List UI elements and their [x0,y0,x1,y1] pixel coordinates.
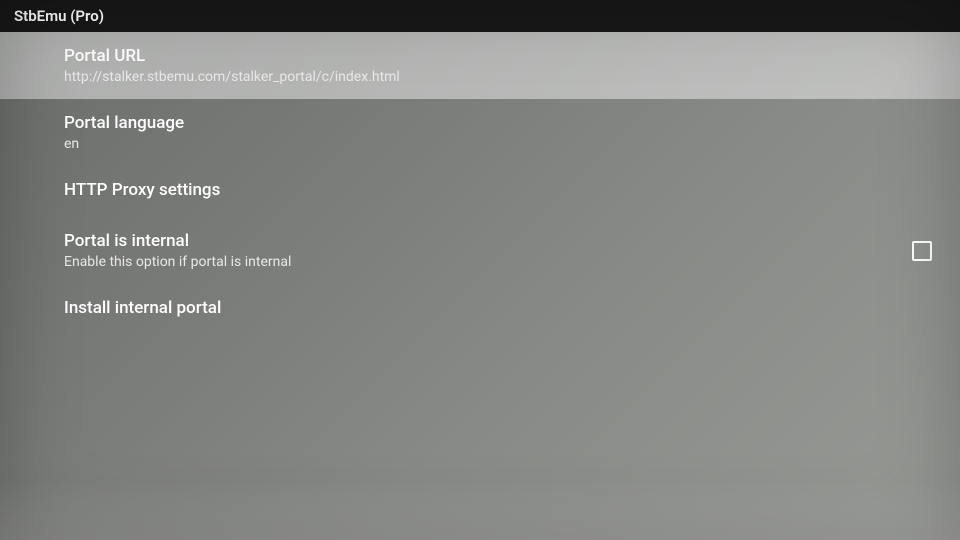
checkbox-icon [912,241,932,261]
checkbox-container[interactable] [912,241,932,261]
bottom-glow [0,480,960,540]
setting-install-internal-portal[interactable]: Install internal portal [0,284,960,335]
setting-value: http://stalker.stbemu.com/stalker_portal… [64,69,960,85]
app-title: StbEmu (Pro) [14,7,104,25]
setting-subtitle: Enable this option if portal is internal [64,254,960,270]
settings-list: Portal URL http://stalker.stbemu.com/sta… [0,32,960,335]
setting-title: Install internal portal [64,298,960,318]
setting-http-proxy[interactable]: HTTP Proxy settings [0,166,960,217]
setting-value: en [64,136,960,152]
setting-portal-url[interactable]: Portal URL http://stalker.stbemu.com/sta… [0,32,960,99]
setting-title: HTTP Proxy settings [64,180,960,200]
setting-portal-language[interactable]: Portal language en [0,99,960,166]
app-header: StbEmu (Pro) [0,0,960,32]
setting-title: Portal language [64,113,960,133]
setting-title: Portal URL [64,46,960,66]
setting-portal-internal[interactable]: Portal is internal Enable this option if… [0,217,960,284]
setting-title: Portal is internal [64,231,960,251]
